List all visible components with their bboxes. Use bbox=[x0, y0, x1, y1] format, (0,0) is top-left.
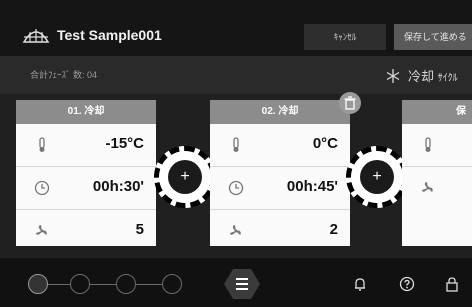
cancel-button[interactable]: ｷｬﾝｾﾙ bbox=[304, 24, 386, 50]
bell-icon[interactable] bbox=[352, 276, 368, 292]
fan-speed-row[interactable]: 5 bbox=[16, 210, 156, 252]
cycle-label: 冷却 bbox=[408, 69, 435, 84]
fan-icon bbox=[230, 225, 241, 235]
top-bar: Test Sample001 ｷｬﾝｾﾙ 保存して進める bbox=[0, 0, 472, 56]
lock-icon[interactable] bbox=[444, 276, 460, 292]
temperature-row[interactable] bbox=[402, 124, 472, 167]
step-connector bbox=[90, 284, 116, 285]
plus-icon: + bbox=[168, 160, 202, 194]
app-logo-icon bbox=[22, 29, 50, 43]
step-indicator[interactable] bbox=[116, 274, 136, 294]
step-connector bbox=[48, 284, 70, 285]
phase-card-title: 02. 冷却 bbox=[210, 100, 350, 124]
fan-icon bbox=[422, 182, 433, 192]
thermometer-icon bbox=[233, 137, 239, 152]
duration-row[interactable]: 00h:30' bbox=[16, 167, 156, 210]
duration-value: 00h:30' bbox=[92, 178, 144, 195]
phase-card-3[interactable]: 保 bbox=[402, 100, 472, 246]
temperature-value: 0°C bbox=[312, 135, 338, 152]
step-connector bbox=[136, 284, 162, 285]
phase-summary-bar: 合計ﾌｪｰｽﾞ 数: 04 冷却 ｻｲｸﾙ bbox=[0, 56, 472, 94]
temperature-row[interactable]: -15°C bbox=[16, 124, 156, 167]
add-phase-button[interactable]: + bbox=[154, 146, 216, 208]
fan-icon bbox=[36, 225, 47, 235]
save-and-continue-button[interactable]: 保存して進める bbox=[394, 24, 472, 50]
delete-phase-button[interactable] bbox=[339, 92, 361, 114]
bottom-bar bbox=[0, 258, 472, 307]
thermometer-icon bbox=[425, 137, 431, 152]
phase-card-title: 保 bbox=[402, 100, 472, 124]
snowflake-icon bbox=[386, 69, 400, 83]
step-indicator[interactable] bbox=[28, 274, 48, 294]
clock-icon bbox=[228, 180, 244, 196]
trash-icon bbox=[344, 96, 356, 110]
phase-card-2[interactable]: 02. 冷却 0°C 00h:45' 2 bbox=[210, 100, 350, 246]
help-icon[interactable] bbox=[399, 276, 415, 292]
fan-speed-row[interactable]: 2 bbox=[210, 210, 350, 252]
thermometer-icon bbox=[39, 137, 45, 152]
fan-speed-row[interactable] bbox=[402, 167, 472, 209]
temperature-value: -15°C bbox=[105, 135, 144, 152]
menu-button[interactable] bbox=[223, 268, 261, 300]
plus-icon: + bbox=[360, 160, 394, 194]
duration-row[interactable]: 00h:45' bbox=[210, 167, 350, 210]
phase-card-title: 01. 冷却 bbox=[16, 100, 156, 124]
phase-card-1[interactable]: 01. 冷却 -15°C 00h:30' 5 bbox=[16, 100, 156, 246]
temperature-row[interactable]: 0°C bbox=[210, 124, 350, 167]
cycle-suffix: ｻｲｸﾙ bbox=[437, 73, 458, 84]
fan-speed-value: 2 bbox=[329, 221, 338, 238]
fan-speed-value: 5 bbox=[135, 221, 144, 238]
duration-value: 00h:45' bbox=[286, 178, 338, 195]
cycle-type: 冷却 ｻｲｸﾙ bbox=[386, 66, 458, 85]
page-title: Test Sample001 bbox=[57, 27, 162, 43]
clock-icon bbox=[34, 180, 50, 196]
add-phase-button[interactable]: + bbox=[346, 146, 408, 208]
step-indicator[interactable] bbox=[70, 274, 90, 294]
phase-count-label: 合計ﾌｪｰｽﾞ 数: 04 bbox=[30, 70, 98, 80]
step-indicator[interactable] bbox=[162, 274, 182, 294]
